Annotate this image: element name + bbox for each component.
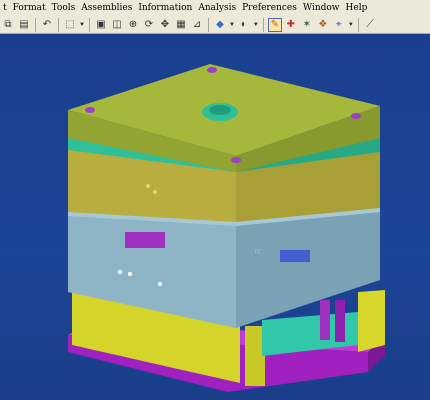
- toolbar-separator: [262, 17, 264, 32]
- water-hole: [153, 190, 157, 194]
- assembly-icon[interactable]: ✶: [300, 18, 314, 32]
- mold-assembly-model: [68, 64, 385, 392]
- menu-item-analysis[interactable]: Analysis: [195, 3, 239, 13]
- select-filter-icon[interactable]: ⬚: [63, 18, 77, 32]
- water-hole: [146, 184, 150, 188]
- bolt-hole: [231, 157, 241, 163]
- toolbar-separator: [58, 17, 59, 32]
- menu-item-window[interactable]: Window: [300, 3, 343, 13]
- guide-pillar: [335, 300, 345, 342]
- chevron-down-icon[interactable]: ▼: [253, 22, 259, 28]
- zoom-icon[interactable]: ◫: [110, 18, 124, 32]
- menu-item-tools[interactable]: Tools: [49, 3, 79, 13]
- view-orient-icon[interactable]: ◐: [237, 18, 251, 32]
- paste-icon[interactable]: ▤: [17, 18, 31, 32]
- bolt-hole: [351, 113, 361, 119]
- toolbar-separator: [207, 17, 209, 32]
- graphics-viewport[interactable]: TC: [0, 35, 430, 400]
- menu-item-help[interactable]: Help: [343, 3, 371, 13]
- bolt-hole: [207, 67, 217, 73]
- right-support-rail: [358, 290, 385, 352]
- rotate-icon[interactable]: ⟳: [142, 18, 156, 32]
- menu-item-assemblies[interactable]: Assemblies: [78, 3, 135, 13]
- snap-icon[interactable]: ✎: [267, 17, 282, 32]
- toolbar-separator: [357, 17, 359, 32]
- line-tool-icon[interactable]: ⟋: [363, 18, 377, 32]
- chevron-down-icon[interactable]: ▼: [79, 22, 85, 28]
- pan-icon[interactable]: ✥: [158, 18, 172, 32]
- shaded-view-icon[interactable]: ◆: [213, 18, 227, 32]
- menu-item-preferences[interactable]: Preferences: [239, 3, 300, 13]
- water-hole: [128, 272, 132, 276]
- menu-item-partial[interactable]: t: [0, 3, 10, 13]
- viewport-annotation-label: TC: [254, 249, 262, 256]
- cad-application-window: t Format Tools Assemblies Information An…: [0, 0, 430, 400]
- constraint-icon[interactable]: ⌖: [332, 18, 346, 32]
- core-insert: [280, 250, 310, 262]
- guide-pillar: [320, 300, 330, 340]
- core-insert: [125, 232, 165, 248]
- toolbar-separator: [88, 17, 90, 32]
- undo-icon[interactable]: ↶: [40, 18, 54, 32]
- fit-view-icon[interactable]: ▣: [94, 18, 108, 32]
- menu-bar: t Format Tools Assemblies Information An…: [0, 0, 430, 17]
- snap-point-icon[interactable]: ✚: [284, 18, 298, 32]
- brush-icon[interactable]: ⊿: [190, 18, 204, 32]
- chevron-down-icon[interactable]: ▼: [229, 22, 235, 28]
- main-toolbar: ⧉ ▤ ↶ ⬚ ▼ ▣ ◫ ⊕ ⟳ ✥ ▦ ⊿ ◆ ▼ ◐ ▼ ✎ ✚ ✶ ❖ ⌖ ▼ …: [0, 16, 430, 34]
- menu-item-information[interactable]: Information: [135, 3, 195, 13]
- refresh-icon[interactable]: ▦: [174, 18, 188, 32]
- bolt-hole: [85, 107, 95, 113]
- chevron-down-icon[interactable]: ▼: [348, 22, 354, 28]
- copy-icon[interactable]: ⧉: [1, 18, 15, 32]
- toolbar-separator: [35, 17, 36, 32]
- water-hole: [158, 282, 162, 286]
- water-hole: [118, 270, 122, 274]
- component-icon[interactable]: ❖: [316, 18, 330, 32]
- sprue-bush-inner: [209, 105, 231, 115]
- zoom-in-icon[interactable]: ⊕: [126, 18, 140, 32]
- menu-item-format[interactable]: Format: [10, 3, 49, 13]
